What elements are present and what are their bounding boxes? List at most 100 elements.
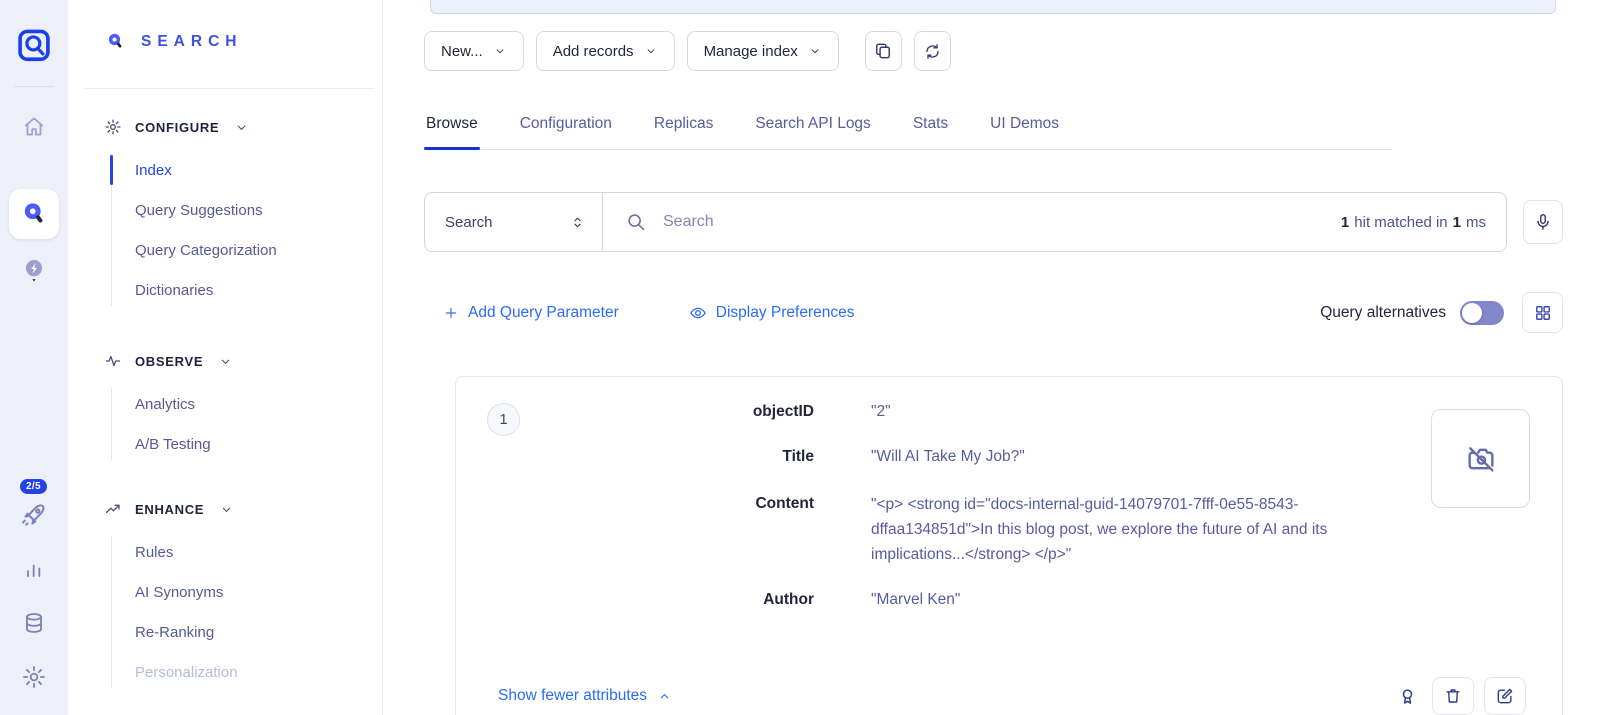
refresh-icon xyxy=(923,42,942,61)
chevron-up-icon xyxy=(657,689,672,704)
attribute-value: "Marvel Ken" xyxy=(871,588,1391,612)
search-mode-select[interactable]: Search xyxy=(425,193,603,251)
chevron-down-icon xyxy=(644,44,658,58)
sidebar-item-query-suggestions[interactable]: Query Suggestions xyxy=(111,190,382,230)
attribute-value: "Will AI Take My Job?" xyxy=(871,445,1391,469)
new-button[interactable]: New... xyxy=(424,31,524,71)
new-button-label: New... xyxy=(441,43,483,60)
rail-divider xyxy=(14,86,54,87)
attribute-name: objectID xyxy=(481,400,814,424)
attribute-value: "<p> <strong id="docs-internal-guid-1407… xyxy=(871,492,1391,567)
sidebar-item-ab-testing[interactable]: A/B Testing xyxy=(111,424,382,464)
bulb-lightning-icon xyxy=(20,256,48,286)
search-product-tile[interactable] xyxy=(9,189,59,239)
sidebar-item-index[interactable]: Index xyxy=(111,150,382,190)
trend-up-icon xyxy=(104,500,122,518)
search-input-area: 1 hit matched in 1 ms xyxy=(603,211,1506,233)
home-icon[interactable] xyxy=(14,107,54,147)
sidebar-item-query-categorization[interactable]: Query Categorization xyxy=(111,230,382,270)
section-configure: CONFIGURE Index Query Suggestions Query … xyxy=(68,118,382,310)
time-unit: ms xyxy=(1466,214,1486,231)
section-enhance: ENHANCE Rules AI Synonyms Re-Ranking Per… xyxy=(68,500,382,692)
query-alternatives-toggle[interactable] xyxy=(1460,301,1504,325)
sidebar-item-rules[interactable]: Rules xyxy=(111,532,382,572)
eye-icon xyxy=(689,304,707,322)
sidebar-item-ai-synonyms[interactable]: AI Synonyms xyxy=(111,572,382,612)
edit-icon xyxy=(1495,686,1515,706)
display-preferences-link[interactable]: Display Preferences xyxy=(689,304,855,322)
sidebar-item-dictionaries[interactable]: Dictionaries xyxy=(111,270,382,310)
show-fewer-label: Show fewer attributes xyxy=(498,687,647,705)
sidebar-divider xyxy=(84,88,374,89)
data-sources-icon[interactable] xyxy=(14,603,54,643)
index-tabs: Browse Configuration Replicas Search API… xyxy=(424,105,1392,150)
search-mode-value: Search xyxy=(445,214,493,231)
add-records-label: Add records xyxy=(553,43,634,60)
main-content: New... Add records Manage index Browse C… xyxy=(383,0,1600,715)
tab-stats[interactable]: Stats xyxy=(911,105,950,149)
tab-replicas[interactable]: Replicas xyxy=(652,105,715,149)
settings-gear-icon[interactable] xyxy=(14,657,54,697)
top-banner-cutoff xyxy=(430,0,1556,14)
voice-search-button[interactable] xyxy=(1523,200,1563,244)
delete-record-button[interactable] xyxy=(1432,677,1474,715)
ranking-info-button[interactable] xyxy=(1392,678,1422,715)
award-icon xyxy=(1397,686,1418,707)
sidebar-item-personalization[interactable]: Personalization xyxy=(111,652,382,692)
search-row: Search 1 hit matched in 1 ms xyxy=(424,192,1563,252)
section-observe-header[interactable]: OBSERVE xyxy=(68,352,382,370)
attribute-row-content: Content "<p> <strong id="docs-internal-g… xyxy=(481,492,1391,567)
product-title: SEARCH xyxy=(141,33,242,51)
caret-sort-icon xyxy=(569,214,586,231)
section-label: CONFIGURE xyxy=(135,120,219,135)
algolia-logo-icon[interactable] xyxy=(15,26,53,64)
hit-footer: Show fewer attributes xyxy=(498,677,1526,715)
analytics-bars-icon[interactable] xyxy=(14,549,54,589)
grid-icon xyxy=(1533,303,1553,323)
recommend-icon[interactable] xyxy=(14,251,54,291)
camera-off-icon xyxy=(1464,442,1498,476)
hit-count: 1 xyxy=(1341,214,1349,231)
copy-index-button[interactable] xyxy=(865,31,902,71)
sidebar-item-analytics[interactable]: Analytics xyxy=(111,384,382,424)
tab-configuration[interactable]: Configuration xyxy=(518,105,614,149)
chevron-down-icon xyxy=(493,44,507,58)
add-query-parameter-link[interactable]: Add Query Parameter xyxy=(443,304,619,322)
manage-index-button[interactable]: Manage index xyxy=(687,31,839,71)
enhance-items: Rules AI Synonyms Re-Ranking Personaliza… xyxy=(111,532,382,692)
chevron-down-icon xyxy=(219,502,234,517)
query-options-row: Add Query Parameter Display Preferences … xyxy=(424,292,1563,333)
tab-browse[interactable]: Browse xyxy=(424,105,480,149)
gear-icon xyxy=(104,118,122,136)
copy-icon xyxy=(873,41,893,61)
search-input[interactable] xyxy=(663,213,1325,231)
edit-record-button[interactable] xyxy=(1484,677,1526,715)
layout-grid-button[interactable] xyxy=(1522,292,1563,333)
search-product-icon xyxy=(104,30,128,54)
tab-ui-demos[interactable]: UI Demos xyxy=(988,105,1061,149)
magnifier-icon xyxy=(625,211,647,233)
pulse-icon xyxy=(104,352,122,370)
observe-items: Analytics A/B Testing xyxy=(111,384,382,464)
section-label: OBSERVE xyxy=(135,354,203,369)
section-configure-header[interactable]: CONFIGURE xyxy=(68,118,382,136)
configure-items: Index Query Suggestions Query Categoriza… xyxy=(111,150,382,310)
chevron-down-icon xyxy=(234,120,249,135)
show-fewer-attributes-link[interactable]: Show fewer attributes xyxy=(498,687,672,705)
tab-search-api-logs[interactable]: Search API Logs xyxy=(753,105,872,149)
plus-icon xyxy=(443,305,459,321)
upgrade-rocket-icon[interactable]: 2/5 xyxy=(14,495,54,535)
section-enhance-header[interactable]: ENHANCE xyxy=(68,500,382,518)
attribute-row-author: Author "Marvel Ken" xyxy=(481,588,1391,612)
hit-image-placeholder xyxy=(1431,409,1530,508)
display-preferences-label: Display Preferences xyxy=(716,304,855,322)
attribute-row-title: Title "Will AI Take My Job?" xyxy=(481,445,1391,469)
trash-icon xyxy=(1443,686,1463,706)
add-records-button[interactable]: Add records xyxy=(536,31,675,71)
attribute-name: Title xyxy=(481,445,814,469)
rail-bottom-group: 2/5 xyxy=(14,481,54,697)
refresh-button[interactable] xyxy=(914,31,951,71)
sidebar-item-re-ranking[interactable]: Re-Ranking xyxy=(111,612,382,652)
matched-text: hit matched in xyxy=(1354,214,1447,231)
time-value: 1 xyxy=(1453,214,1461,231)
